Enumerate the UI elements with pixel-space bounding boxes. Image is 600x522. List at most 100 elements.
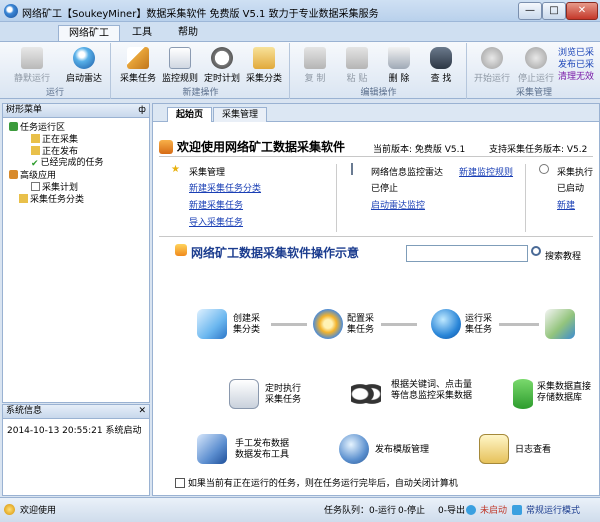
advanced-icon <box>9 170 18 179</box>
system-info-header: 系统信息 ✕ <box>3 405 149 419</box>
paste-icon <box>346 47 368 69</box>
section-divider <box>525 164 526 232</box>
monitor-rule-button[interactable]: 监控规则 <box>158 46 202 86</box>
radar-icon <box>73 47 95 69</box>
flow-arrow <box>381 323 417 326</box>
welcome-heading: 欢迎使用网络矿工数据采集软件 <box>177 140 346 154</box>
tab-help[interactable]: 帮助 <box>168 25 208 42</box>
plan-icon <box>31 182 40 191</box>
search-icon[interactable] <box>531 246 541 256</box>
status-export: 0-导出 <box>438 506 465 516</box>
divider <box>159 156 593 157</box>
exec-status: 已启动 <box>557 184 585 194</box>
maximize-button[interactable]: □ <box>542 2 566 20</box>
doc-tabs: 起始页 采集管理 <box>153 104 599 122</box>
monitor-rule-icon <box>169 47 191 69</box>
silent-run-button[interactable]: 静默运行 <box>10 46 54 86</box>
support-version-label: 支持采集任务版本: V5.2 <box>489 145 588 155</box>
group-label-edit: 编辑操作 <box>360 88 397 98</box>
stop-run-button[interactable]: 停止运行 <box>514 46 558 86</box>
done-icon: ✔ <box>31 159 39 169</box>
flow-arrow <box>271 323 307 326</box>
clock-icon <box>539 164 549 174</box>
copy-button[interactable]: 复 制 <box>293 46 337 86</box>
category-icon <box>253 47 275 69</box>
task-category-icon <box>19 194 28 203</box>
group-label-new: 新建操作 <box>182 88 219 98</box>
start-radar-button[interactable]: 启动雷达 <box>62 46 106 86</box>
divider <box>159 236 593 237</box>
tree-item-collecting[interactable]: 正在采集 <box>31 134 78 146</box>
tab-network-miner[interactable]: 网络矿工 <box>58 25 120 42</box>
stop-icon <box>525 47 547 69</box>
tree-item-task-category[interactable]: 采集任务分类 <box>19 194 84 206</box>
status-queue: 任务队列：0-运行 <box>324 506 396 516</box>
new-task-button[interactable]: 采集任务 <box>116 46 160 86</box>
tab-tools[interactable]: 工具 <box>122 25 162 42</box>
delete-icon <box>388 47 410 69</box>
tree-item-plan[interactable]: 采集计划 <box>31 182 78 194</box>
diagram-icon <box>175 244 187 256</box>
tab-start-page[interactable]: 起始页 <box>167 107 213 122</box>
paste-button[interactable]: 粘 贴 <box>335 46 379 86</box>
shutdown-checkbox[interactable] <box>175 478 185 488</box>
system-info-panel: 系统信息 ✕ 2014-10-13 20:55:21 系统启动 <box>2 404 150 496</box>
minimize-button[interactable]: — <box>518 2 542 20</box>
link-new-monitor-rule[interactable]: 新建监控规则 <box>459 165 513 178</box>
close-icon[interactable]: ✕ <box>138 405 146 418</box>
start-run-button[interactable]: 开始运行 <box>470 46 514 86</box>
play-icon[interactable] <box>431 309 461 339</box>
group-collect: 开始运行 停止运行 浏览已采 发布已采 清理无效 采集管理 <box>468 43 600 99</box>
window-title: 网络矿工【SoukeyMiner】数据采集软件 免费版 V5.1 致力于专业数据… <box>22 9 379 20</box>
title-bar: 网络矿工【SoukeyMiner】数据采集软件 免费版 V5.1 致力于专业数据… <box>0 0 600 22</box>
link-new-exec[interactable]: 新建 <box>557 198 575 211</box>
timer-icon[interactable] <box>229 379 259 409</box>
category-button[interactable]: 采集分类 <box>242 46 286 86</box>
tree-item-run-area[interactable]: 任务运行区 <box>9 122 65 134</box>
status-icon <box>4 504 15 515</box>
system-info-title: 系统信息 <box>6 406 43 416</box>
tab-collect-manage[interactable]: 采集管理 <box>213 107 268 122</box>
link-start-radar[interactable]: 启动雷达监控 <box>371 198 425 211</box>
template-icon[interactable] <box>339 434 369 464</box>
tree-item-publishing[interactable]: 正在发布 <box>31 146 78 158</box>
copy-icon <box>304 47 326 69</box>
flow-label-run-task: 运行采 集任务 <box>465 314 493 335</box>
flow-label-publish-tool: 手工发布数据 数据发布工具 <box>235 439 290 460</box>
link-new-task[interactable]: 新建采集任务 <box>189 198 243 211</box>
schedule-button[interactable]: 定时计划 <box>200 46 244 86</box>
silent-run-icon <box>21 47 43 69</box>
status-stopped: 0-停止 <box>398 506 425 516</box>
eyes-icon[interactable] <box>351 379 381 409</box>
delete-button[interactable]: 删 除 <box>377 46 421 86</box>
close-button[interactable]: ✕ <box>566 2 598 20</box>
tree-panel-header: 树形菜单 ф <box>3 104 149 118</box>
antenna-icon <box>351 163 359 175</box>
log-icon[interactable] <box>479 434 509 464</box>
gear-icon[interactable] <box>313 309 343 339</box>
ribbon: 静默运行 启动雷达 运行 采集任务 监控规则 定时计划 采集分类 新建操作 复 … <box>0 41 600 99</box>
tree-item-advanced[interactable]: 高级应用 <box>9 170 56 182</box>
search-tutorial-label[interactable]: 搜索教程 <box>545 249 581 262</box>
find-icon <box>430 47 452 69</box>
publish-tool-icon[interactable] <box>197 434 227 464</box>
section-divider <box>336 164 337 232</box>
new-task-icon <box>127 47 149 69</box>
folder-icon[interactable] <box>197 309 227 339</box>
link-import-task[interactable]: 导入采集任务 <box>189 215 243 228</box>
pin-icon[interactable]: ф <box>138 104 146 117</box>
clean-invalid-link[interactable]: 清理无效 <box>558 69 594 82</box>
flow-label-monitor: 根据关键词、点击量 等信息监控采集数据 <box>391 380 473 401</box>
collecting-icon <box>31 134 40 143</box>
link-new-category[interactable]: 新建采集任务分类 <box>189 181 261 194</box>
tree-item-done[interactable]: ✔ 已经完成的任务 <box>31 158 104 169</box>
shutdown-option[interactable]: 如果当前有正在运行的任务，则在任务运行完毕后，自动关闭计算机 <box>175 476 458 489</box>
search-input[interactable] <box>406 245 528 262</box>
find-button[interactable]: 查 找 <box>419 46 463 86</box>
start-icon <box>481 47 503 69</box>
section-title-exec: 采集执行 <box>557 168 594 178</box>
flow-label-create-category: 创建采 集分类 <box>233 314 261 335</box>
flow-label-template: 发布模版管理 <box>375 445 430 455</box>
database-icon[interactable] <box>513 379 533 409</box>
chart-icon[interactable] <box>545 309 575 339</box>
